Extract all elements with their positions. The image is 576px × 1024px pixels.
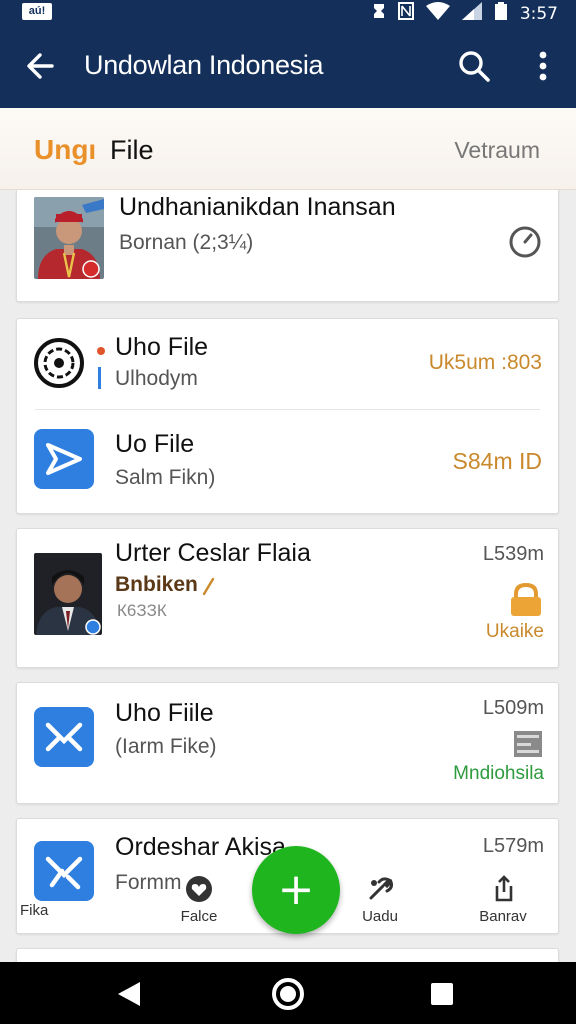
tab-label: Uadu	[362, 908, 398, 925]
list-item[interactable]: Undhanianikdan Inansan Bornan (2;3¼)	[16, 190, 559, 302]
tools-icon	[365, 874, 395, 904]
section-title: File	[110, 135, 154, 165]
item-subtitle: Ulhodym	[115, 367, 198, 390]
back-arrow-icon[interactable]	[22, 46, 62, 86]
item-meta: S84m ID	[452, 448, 542, 474]
file-group-card: Uho File Ulhodym Uk5um :803 Uo File Salm…	[16, 318, 559, 514]
item-subtitle: Bornan (2;3¼)	[119, 231, 254, 254]
item-name: Uho Fiile	[115, 699, 214, 727]
app-bar: Undowlan Indonesia	[0, 24, 576, 108]
item-subtitle-secondary: К6ЗЗК	[117, 601, 167, 620]
signal-icon	[461, 2, 482, 26]
item-subtitle: (Iarm Fike)	[115, 735, 217, 758]
heart-icon	[184, 874, 214, 904]
tab-fika[interactable]: Fika	[20, 898, 110, 919]
item-status-tag: Ukaike	[485, 621, 544, 642]
status-bar-icon	[98, 367, 101, 389]
add-fab-button[interactable]: +	[252, 846, 340, 934]
nav-recents-icon[interactable]	[422, 974, 462, 1014]
item-meta: Uk5um :803	[428, 351, 542, 374]
list-item[interactable]: Uho File Ulhodym Uk5um :803	[17, 319, 558, 409]
storage-icon	[513, 729, 543, 759]
nav-home-icon[interactable]	[268, 974, 308, 1014]
more-options-icon[interactable]	[526, 46, 560, 86]
list-item[interactable]: Uo File Salm Fikn) S84m ID	[17, 410, 558, 514]
header-action-link[interactable]: Vetraum	[454, 137, 540, 164]
item-name: Uo File	[115, 430, 195, 458]
shuffle-app-icon	[34, 841, 94, 901]
tab-falce[interactable]: Falce	[154, 874, 244, 925]
item-subtitle: Salm Fikn)	[115, 466, 216, 489]
disc-app-icon	[33, 337, 85, 389]
list-item[interactable]	[16, 948, 559, 962]
item-name: Uho File	[115, 333, 209, 361]
tab-label: Fika	[20, 902, 49, 919]
nav-back-icon[interactable]	[110, 974, 150, 1014]
wifi-icon	[425, 2, 450, 26]
system-nav-bar	[0, 962, 576, 1024]
brand-label: Ungı	[34, 134, 97, 165]
nfc-icon	[397, 2, 414, 26]
list-item[interactable]: Uho Fiile (Iarm Fike) L509m Mndiohsila	[16, 682, 559, 804]
item-meta: L509m	[482, 697, 544, 719]
section-header: Ungı File Vetraum	[0, 108, 576, 190]
item-meta: L539m	[482, 543, 544, 565]
clock-time: 3:57	[519, 4, 558, 24]
list-item[interactable]: Urter Ceslar Flaia Bnbiken К6ЗЗК L539m U…	[16, 528, 559, 668]
status-icons: 3:57	[372, 2, 558, 26]
lock-icon	[509, 582, 543, 617]
plus-icon: +	[277, 864, 315, 915]
share-icon	[488, 874, 518, 904]
battery-icon	[494, 2, 508, 26]
avatar	[34, 553, 102, 635]
item-meta: L579m	[482, 835, 544, 857]
item-subtitle: Bnbiken	[115, 573, 198, 596]
share-app-icon	[34, 429, 94, 489]
item-name: Undhanianikdan Inansan	[119, 193, 396, 221]
status-dot-icon	[97, 347, 105, 355]
edit-icon	[201, 577, 215, 597]
search-icon[interactable]	[454, 46, 494, 86]
shuffle-app-icon	[34, 707, 94, 767]
item-name: Urter Ceslar Flaia	[115, 539, 311, 567]
tab-label: Banrav	[479, 908, 527, 925]
tab-label: Falce	[180, 908, 218, 925]
tab-uadu[interactable]: Uadu	[335, 874, 425, 925]
page-title: Undowlan Indonesia	[84, 50, 324, 80]
tab-banrav[interactable]: Banrav	[458, 874, 548, 925]
avatar	[34, 197, 104, 279]
notification-icon	[372, 2, 386, 26]
status-bar: aú! 3:57	[0, 0, 576, 24]
app-notification-icon: aú!	[22, 3, 52, 20]
clock-icon	[508, 225, 542, 259]
item-status-tag: Mndiohsila	[453, 763, 544, 784]
